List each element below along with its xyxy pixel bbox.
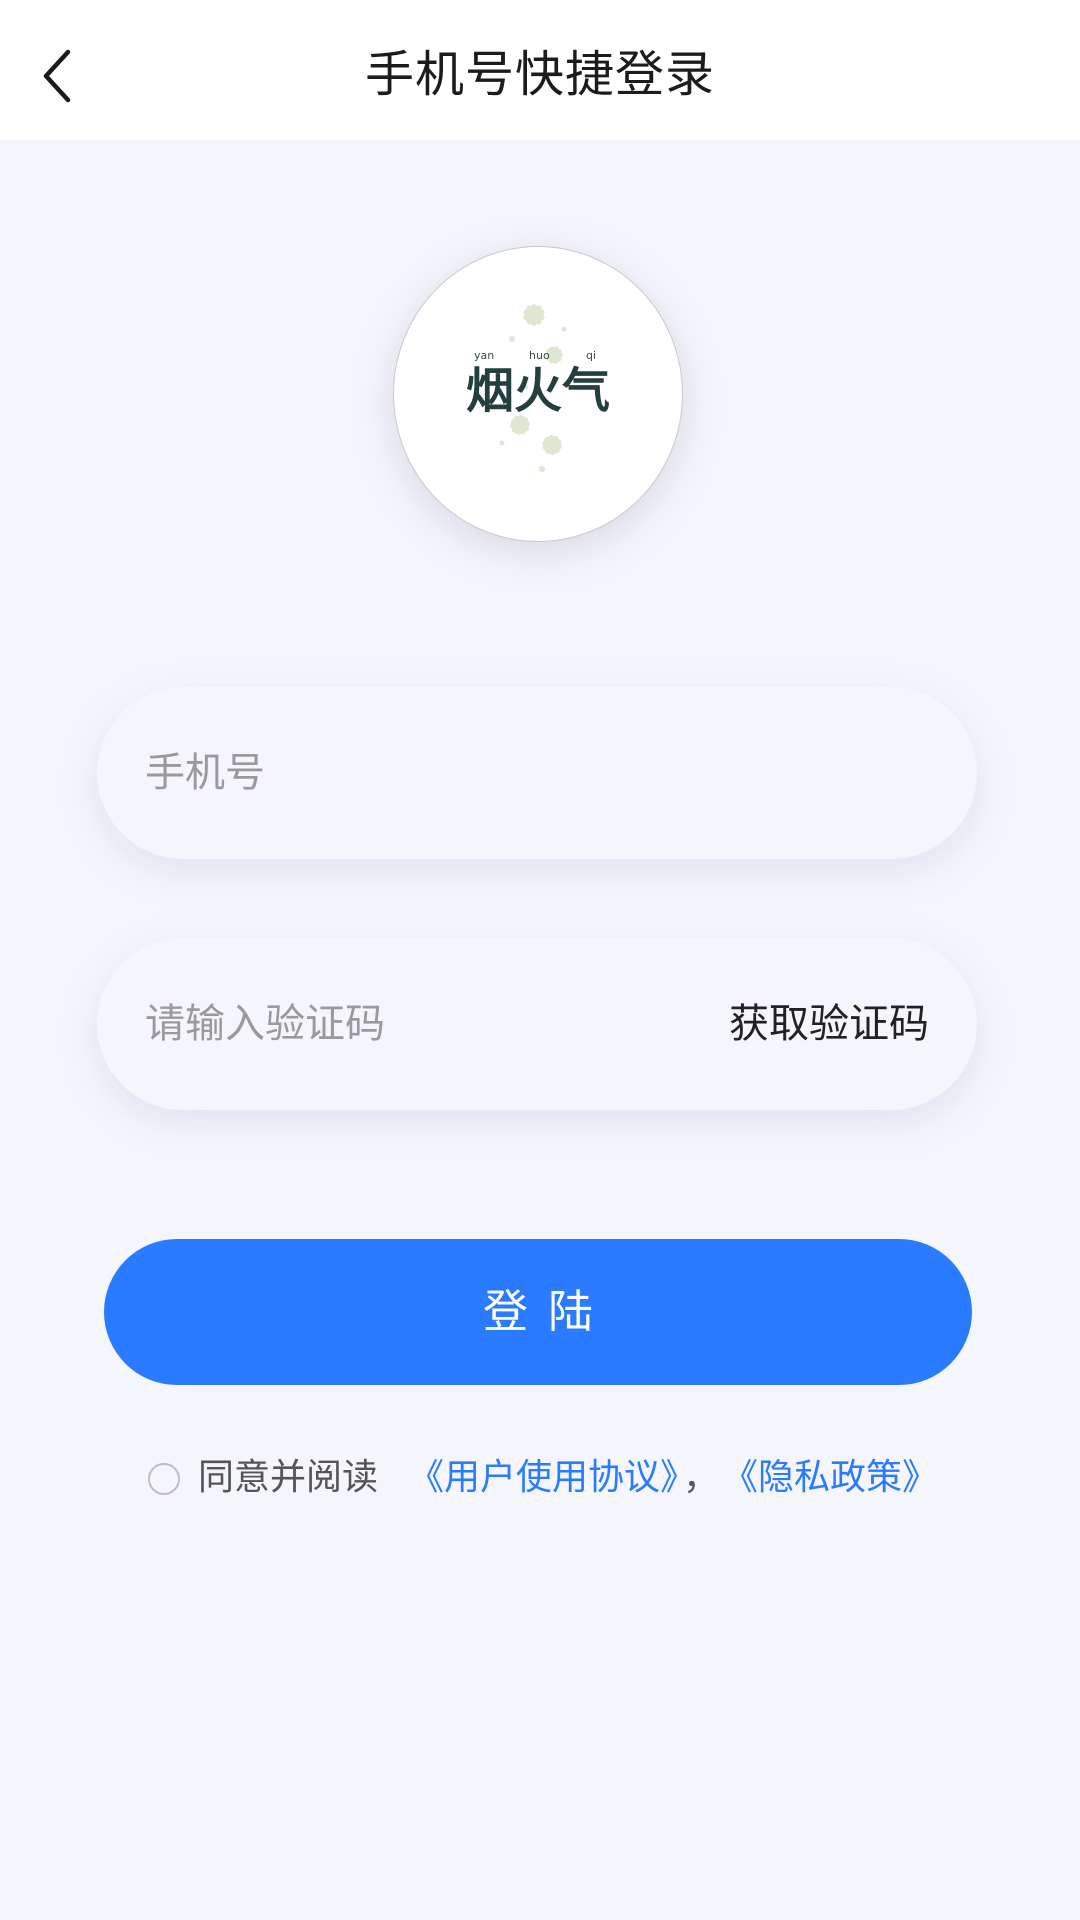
verification-code-field: 获取验证码 (97, 938, 977, 1110)
agreement-row: 同意并阅读 《用户使用协议》 ， 《隐私政策》 (148, 1448, 948, 1508)
agreement-separator: ， (683, 1457, 720, 1498)
logo-pinyin-qi: qi (586, 349, 596, 362)
logo-text: 烟火气 (466, 363, 610, 419)
privacy-policy-link[interactable]: 《隐私政策》 (722, 1448, 938, 1508)
get-code-button[interactable]: 获取验证码 (729, 938, 929, 1110)
logo-pinyin-huo: huo (529, 349, 550, 362)
agree-label: 同意并阅读 (198, 1457, 379, 1498)
login-button[interactable]: 登陆 (104, 1239, 972, 1385)
phone-field (97, 687, 977, 859)
app-logo: yan huo qi 烟火气 (393, 246, 683, 542)
phone-input[interactable] (145, 687, 935, 859)
page-title: 手机号快捷登录 (364, 46, 715, 103)
verification-code-input[interactable] (145, 938, 665, 1110)
top-bar: 手机号快捷登录 (0, 0, 1080, 140)
user-agreement-link[interactable]: 《用户使用协议》 (408, 1448, 696, 1508)
agree-checkbox[interactable] (148, 1463, 180, 1495)
logo-pinyin-yan: yan (474, 349, 494, 362)
